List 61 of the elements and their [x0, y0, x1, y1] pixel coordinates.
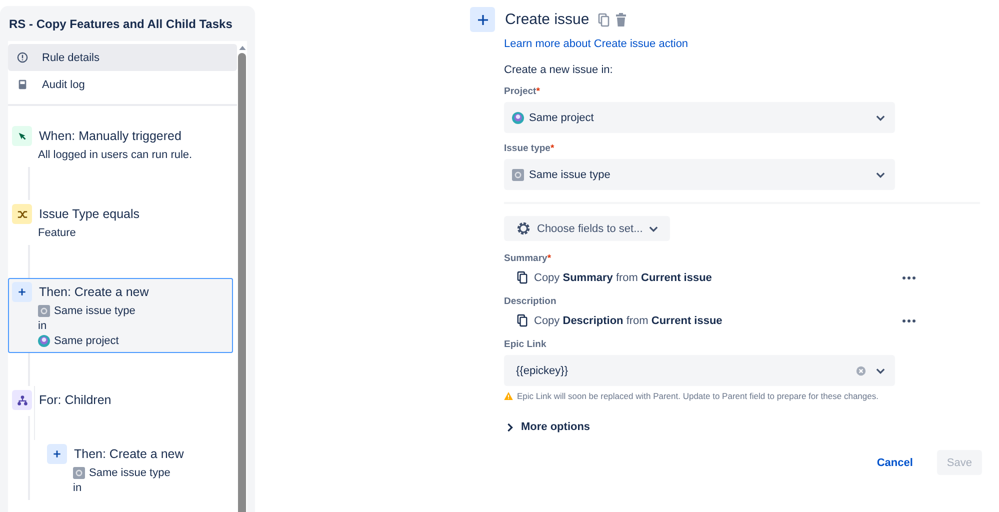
warning-icon: [504, 392, 513, 400]
plus-icon: [12, 282, 32, 302]
sidebar-item[interactable]: Rule details: [8, 44, 237, 71]
chevron-right-icon: [507, 422, 513, 432]
rule-step-card[interactable]: Then: Create a new Same issue type in Same project: [8, 278, 233, 353]
field-label: Description: [504, 296, 558, 307]
scroll-up-icon[interactable]: [238, 45, 246, 50]
issue-type-icon: [73, 467, 85, 479]
more-icon[interactable]: [902, 276, 916, 280]
field-label: Project*: [504, 86, 541, 97]
sidebar-item[interactable]: Audit log: [8, 71, 237, 98]
field-label: Summary*: [504, 253, 552, 264]
select-field[interactable]: Same project: [504, 102, 895, 133]
info-icon: [17, 52, 28, 63]
warning-text: Epic Link will soon be replaced with Parent. Update to Parent field to prepare for these changes.: [517, 391, 878, 401]
step-detail: in: [73, 482, 82, 494]
clear-icon[interactable]: [856, 366, 866, 376]
chevron-down-icon: [876, 114, 885, 120]
step-detail: Same project: [54, 335, 119, 347]
project-avatar-icon: [512, 112, 524, 124]
plus-icon: [47, 444, 67, 464]
choose-fields-button[interactable]: Choose fields to set...: [504, 216, 670, 241]
step-detail: Same issue type: [54, 305, 136, 317]
cancel-button[interactable]: Cancel: [866, 450, 923, 475]
step-detail: Same issue type: [89, 467, 170, 479]
intro-text: Create a new issue in:: [504, 64, 614, 76]
chevron-down-icon: [876, 172, 885, 178]
trash-icon[interactable]: [615, 12, 628, 26]
project-avatar-icon: [38, 335, 50, 347]
chevron-down-icon: [648, 226, 658, 232]
chevron-down-icon: [876, 368, 885, 374]
plus-icon: [470, 7, 495, 32]
issue-type-icon: [38, 305, 50, 317]
step-title: For: Children: [39, 393, 112, 407]
copy-value-text: Copy Summary from Current issue: [534, 272, 713, 284]
more-options-toggle[interactable]: More options: [504, 421, 590, 433]
epic-link-field[interactable]: {{epickey}}: [504, 355, 895, 386]
settings-icon: [516, 221, 531, 236]
field-label: Epic Link: [504, 339, 548, 350]
issue-type-icon: [512, 168, 524, 180]
copy-value-text: Copy Description from Current issue: [534, 314, 724, 326]
rule-title: RS - Copy Features and All Child Tasks: [8, 16, 234, 33]
copy-icon: [517, 314, 528, 327]
shuffle-icon: [12, 204, 32, 224]
field-label: Issue type*: [504, 143, 556, 154]
more-icon[interactable]: [902, 318, 916, 322]
step-detail: All logged in users can run rule.: [38, 149, 192, 161]
learn-more-link[interactable]: Learn more about Create issue action: [504, 38, 688, 50]
select-field[interactable]: Same issue type: [504, 159, 895, 190]
step-detail: Feature: [38, 227, 76, 239]
panel-title: Create issue: [505, 11, 590, 28]
hierarchy-icon: [12, 390, 32, 410]
step-title: When: Manually triggered: [39, 129, 182, 143]
step-title: Then: Create a new: [39, 285, 149, 299]
document-icon: [17, 79, 28, 90]
step-detail: in: [38, 320, 47, 332]
cursor-icon: [12, 126, 32, 146]
copy-icon: [517, 271, 528, 284]
step-title: Then: Create a new: [74, 447, 184, 461]
copy-icon[interactable]: [598, 12, 610, 26]
step-title: Issue Type equals: [39, 207, 140, 221]
